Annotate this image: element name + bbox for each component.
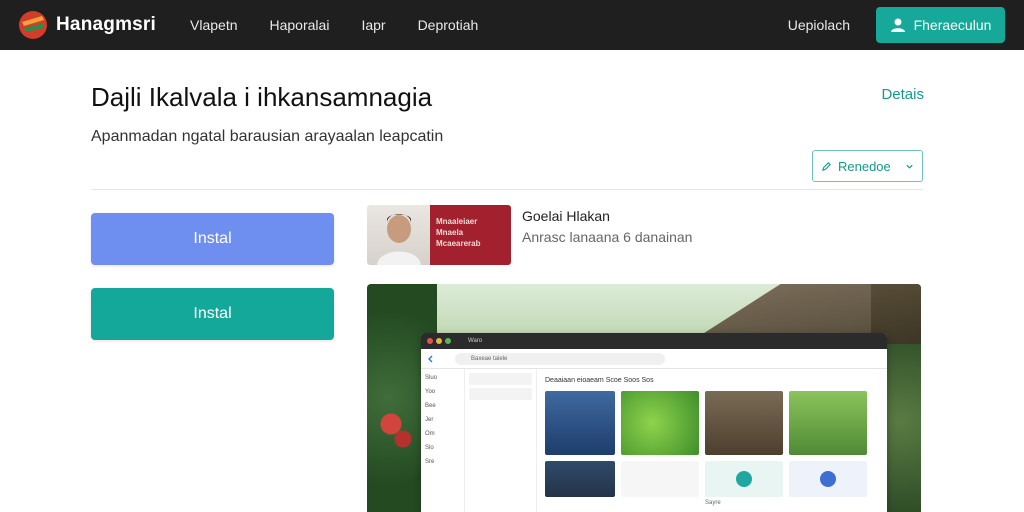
hero-image: Waro Baxeae taiele Sluo Yoo Bee Jer Om S… (367, 284, 921, 512)
brand-logo-icon (19, 11, 47, 39)
window-side-item: Bee (425, 403, 436, 409)
window-tab: Waro (468, 338, 483, 344)
window-side-item: Sre (425, 459, 435, 465)
tile-image (545, 461, 615, 497)
top-navbar: Hanagmsri Vlapetn Haporalai Iapr Deproti… (0, 0, 1024, 50)
page-title: Dajli Ikalvala i ihkansamnagia (91, 82, 433, 112)
person-image (377, 214, 421, 265)
window-header: Deaaiaan eioaeam Scoe Soos Sos (545, 376, 654, 384)
install-button-primary[interactable]: Instal (91, 213, 334, 265)
brand[interactable]: Hanagmsri (18, 10, 156, 40)
window-url-bar: Baxeae taiele (455, 352, 665, 365)
thumbnail-text-2: Mnaela (436, 228, 464, 237)
tile-image (705, 391, 783, 455)
thumbnail-text-1: Mnaaleiaer (436, 217, 478, 226)
nav-item-3[interactable]: Iapr (361, 17, 385, 33)
window-side-item: Sluo (425, 375, 438, 381)
flowers (375, 404, 415, 454)
card-meta: Anrasc lanaana 6 danainan (522, 229, 693, 245)
filter-select-value: Renedoe (838, 158, 891, 174)
nav-item-1[interactable]: Vlapetn (190, 17, 237, 33)
thumbnail-text-3: Mcaearerab (436, 239, 481, 248)
window-side-item: Om (425, 431, 435, 437)
window-sidebar: Sluo Yoo Bee Jer Om Slo Sre (421, 369, 465, 512)
nav-item-2[interactable]: Haporalai (270, 17, 330, 33)
thumbnail-caption: Mnaaleiaer Mnaela Mcaearerab (430, 205, 511, 265)
close-dot-icon (427, 338, 433, 344)
thumbnail-photo (367, 205, 430, 265)
signup-button[interactable]: Fheraeculun (876, 7, 1005, 43)
window-side-item: Slo (425, 445, 434, 451)
window-toolbar: Baxeae taiele (421, 349, 887, 369)
login-link[interactable]: Uepiolach (788, 17, 850, 33)
card-title[interactable]: Goelai Hlakan (522, 208, 610, 224)
minimize-dot-icon (436, 338, 442, 344)
divider (91, 189, 923, 190)
page-subtitle: Apanmadan ngatal barausian arayaalan lea… (91, 128, 444, 145)
tile-image (621, 461, 699, 497)
window-list-row (469, 373, 532, 385)
window-side-item: Yoo (425, 389, 436, 395)
preview-app-window: Waro Baxeae taiele Sluo Yoo Bee Jer Om S… (421, 333, 887, 512)
tile-image (621, 391, 699, 455)
nav-right: Uepiolach Fheraeculun (788, 7, 1024, 43)
filter-select[interactable]: Renedoe (812, 150, 923, 182)
tile-badge (705, 461, 783, 497)
back-arrow-icon (428, 355, 433, 362)
nav-item-4[interactable]: Deprotiah (418, 17, 479, 33)
brand-name: Hanagmsri (56, 14, 157, 35)
tile-image (545, 391, 615, 455)
signup-label: Fheraeculun (913, 17, 992, 33)
chevron-down-icon (906, 164, 913, 169)
tile-image (789, 391, 867, 455)
window-list (465, 369, 537, 512)
window-side-item: Jer (425, 417, 434, 423)
tile-caption: Sayre (705, 500, 721, 506)
window-list-row (469, 388, 532, 400)
install-button-secondary[interactable]: Instal (91, 288, 334, 340)
pencil-icon (821, 161, 831, 171)
user-icon (890, 18, 905, 32)
maximize-dot-icon (445, 338, 451, 344)
details-link[interactable]: Detais (881, 86, 924, 103)
window-titlebar: Waro (421, 333, 887, 349)
main-nav: Vlapetn Haporalai Iapr Deprotiah (190, 17, 510, 33)
check-icon (736, 471, 752, 487)
window-tile-grid (545, 391, 879, 497)
user-icon (820, 471, 836, 487)
window-body: Sluo Yoo Bee Jer Om Slo Sre Deaaiaan eio… (421, 369, 887, 512)
window-main: Deaaiaan eioaeam Scoe Soos Sos Sayre (537, 369, 887, 512)
preview-thumbnail[interactable]: Mnaaleiaer Mnaela Mcaearerab (367, 205, 511, 265)
tile-badge (789, 461, 867, 497)
